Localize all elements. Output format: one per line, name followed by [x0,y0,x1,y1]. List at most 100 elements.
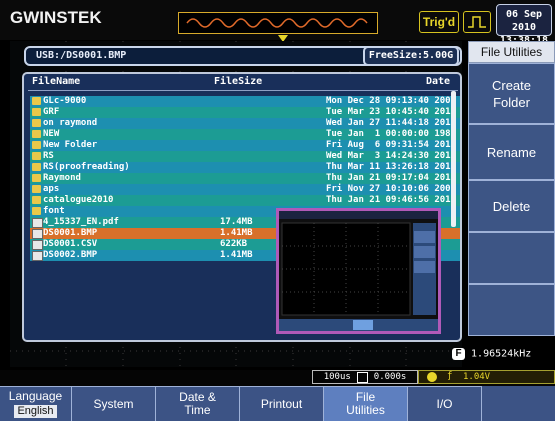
file-list-row[interactable]: aps Fri Nov 27 10:10:06 2009 [30,184,460,195]
folder-icon [32,207,41,215]
date-text: 06 Sep 2010 [505,9,543,33]
file-name: New Folder [43,140,98,150]
rename-button[interactable]: Rename [468,124,555,180]
rising-edge-icon: ƒ [447,371,453,381]
frequency-icon: F [452,348,465,360]
rename-label: Rename [486,144,537,160]
file-list-row[interactable]: GLc-9000 Mon Dec 28 09:13:40 2009 [30,96,460,107]
column-date: Date [426,76,451,87]
file-list-row[interactable]: Raymond Thu Jan 21 09:17:04 2010 [30,173,460,184]
pulse-icon [463,11,491,33]
brand-logo: GWINSTEK [10,8,102,27]
io-label: I/O [436,396,453,411]
offset-value: 0.000s [373,372,407,382]
file-name: GRF [43,107,60,117]
folder-icon [32,196,41,204]
file-name: on raymond [43,118,98,128]
trigger-status: Trig'd [419,11,459,33]
file-name: DS0001.BMP [43,228,98,238]
trigger-level-value: 1.04V [463,372,491,382]
delete-button[interactable]: Delete [468,180,555,232]
language-button[interactable]: Language English [0,386,72,421]
folder-icon [32,185,41,193]
file-name: catalogue2010 [43,195,114,205]
system-label: System [93,396,134,411]
header-divider [28,90,458,91]
current-path: USB:/DS0001.BMP [36,50,127,61]
delete-label: Delete [492,198,531,214]
file-size: 17.4MB [220,217,253,227]
file-date: Wed Jan 27 11:44:18 2010 [325,118,456,128]
file-date: Tue Mar 23 10:45:40 2010 [325,107,456,117]
scrollbar[interactable] [451,91,456,227]
column-filename: FileName [32,76,81,87]
file-date: Tue Jan 1 00:00:00 1980 [325,129,456,139]
file-icon [32,251,43,261]
screenshot-preview-icon [279,211,438,331]
image-preview-thumbnail [276,208,441,334]
file-date: Mon Dec 28 09:13:40 2009 [325,96,456,106]
file-name: Raymond [43,173,81,183]
file-name: RS [43,151,54,161]
system-button[interactable]: System [72,386,156,421]
timebase-value: 100us [323,372,351,382]
file-utilities-button[interactable]: File Utilities [324,386,408,421]
folder-icon [32,174,41,182]
file-list-row[interactable]: RS Wed Mar 3 14:24:30 2010 [30,151,460,162]
create-folder-button[interactable]: Create Folder [468,63,555,124]
file-list-row[interactable]: on raymond Wed Jan 27 11:44:18 2010 [30,118,460,129]
create-folder-label-line1: Create [491,77,532,93]
create-folder-label-line2: Folder [493,94,530,110]
file-list-row[interactable]: GRF Tue Mar 23 10:45:40 2010 [30,107,460,118]
trigger-readout: ƒ 1.04V [418,370,555,384]
file-date: Thu Mar 11 13:26:18 2010 [325,162,456,172]
language-value: English [14,405,57,418]
free-size-indicator: FreeSize:5.00G [363,46,459,66]
file-list-row[interactable]: catalogue2010 Thu Jan 21 09:46:56 2010 [30,195,460,206]
file-name: RS(proofreading) [43,162,130,172]
file-icon [32,218,43,228]
folder-icon [32,108,41,116]
waveform-overview [178,12,378,34]
folder-icon [32,141,41,149]
file-size: 622KB [220,239,248,249]
folder-icon [32,97,41,105]
file-name: DS0002.BMP [43,250,98,260]
file-date: Thu Jan 21 09:46:56 2010 [325,195,456,205]
file-name: NEW [43,129,60,139]
file-name: aps [43,184,60,194]
file-name: GLc-9000 [43,96,87,106]
file-date: Wed Mar 3 14:24:30 2010 [325,151,456,161]
printout-button[interactable]: Printout [240,386,324,421]
folder-icon [32,152,41,160]
column-filesize: FileSize [214,76,263,87]
file-list-header: FileName FileSize Date [28,74,458,90]
language-label: Language [8,389,63,403]
softkey-menu-title: File Utilities [468,41,555,63]
softkey-empty-4[interactable] [468,232,555,284]
file-name: DS0001.CSV [43,239,98,249]
folder-icon [32,130,41,138]
trigger-source-icon [427,372,437,382]
horizontal-position-icon [356,371,368,383]
date-time-button[interactable]: Date & Time [156,386,240,421]
folder-icon [32,163,41,171]
file-size: 1.41MB [220,228,253,238]
file-icon [32,240,43,250]
frequency-value: 1.96524kHz [471,348,532,360]
softkey-empty-5[interactable] [468,284,555,336]
printout-label: Printout [260,396,303,411]
io-button[interactable]: I/O [408,386,482,421]
waveform-overview-icon [186,18,368,28]
file-date: Fri Nov 27 10:10:06 2009 [325,184,456,194]
date-time-display: 06 Sep 2010 13:38:18 [496,4,552,46]
timebase-readout: 100us 0.000s [312,370,418,384]
file-size: 1.41MB [220,250,253,260]
file-date: Thu Jan 21 09:17:04 2010 [325,173,456,183]
file-list-row[interactable]: RS(proofreading) Thu Mar 11 13:26:18 2010 [30,162,460,173]
file-list-row[interactable]: New Folder Fri Aug 6 09:31:54 2010 [30,140,460,151]
file-list-row[interactable]: NEW Tue Jan 1 00:00:00 1980 [30,129,460,140]
frequency-readout: F 1.96524kHz [452,348,555,366]
file-date: Fri Aug 6 09:31:54 2010 [325,140,456,150]
file-name: 4_15337_EN.pdf [43,217,119,227]
